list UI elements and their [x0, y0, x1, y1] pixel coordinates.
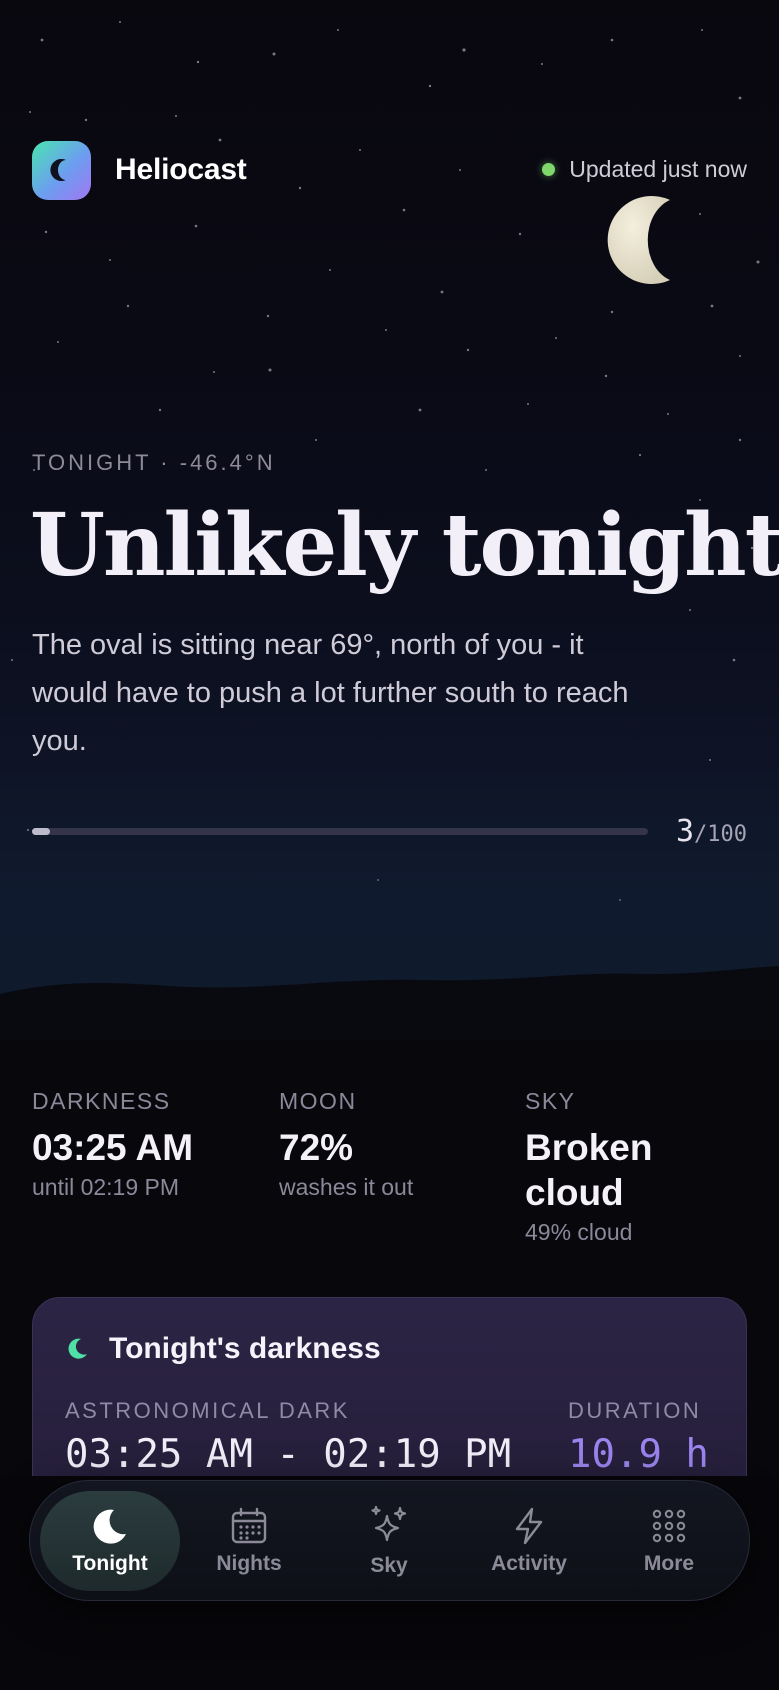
status-text: Updated just now — [569, 156, 747, 182]
app-logo-icon — [32, 140, 91, 200]
forecast-headline: Unlikely tonight — [30, 495, 779, 596]
update-status: Updated just now — [542, 156, 747, 183]
tonight-eyebrow: TONIGHT · -46.4°N — [32, 450, 276, 475]
stat-sub: until 02:19 PM — [32, 1174, 180, 1200]
astro-dark-value: 03:25 AM - 02:19 PM — [65, 1432, 512, 1477]
lightning-icon — [515, 1507, 543, 1545]
stat-darkness: DARKNESS 03:25 AM until 02:19 PM — [32, 1088, 262, 1201]
card-title: Tonight's darkness — [109, 1332, 381, 1365]
astro-dark-label: ASTRONOMICAL DARK — [65, 1398, 350, 1423]
app-screen: Heliocast Updated just now TONIGHT · -46… — [0, 0, 779, 1690]
grid-dots-icon — [652, 1509, 686, 1543]
score-max: /100 — [694, 822, 747, 847]
sparkles-icon — [371, 1505, 407, 1542]
likelihood-score: 3 /100 — [676, 814, 747, 849]
likelihood-meter — [32, 828, 648, 835]
nav-activity[interactable]: Activity — [459, 1491, 599, 1591]
stat-label: DARKNESS — [32, 1088, 171, 1114]
stat-sky: SKY Broken cloud 49% cloud — [525, 1088, 685, 1246]
stat-sub: 49% cloud — [525, 1219, 633, 1245]
app-brand: Heliocast — [32, 140, 247, 200]
stat-label: MOON — [279, 1088, 357, 1114]
nav-sky[interactable]: Sky — [319, 1491, 459, 1591]
app-name: Heliocast — [115, 153, 247, 186]
stat-sub: washes it out — [279, 1174, 414, 1200]
card-header: Tonight's darkness — [65, 1332, 381, 1366]
forecast-description: The oval is sitting near 69°, north of y… — [32, 629, 629, 757]
status-dot — [542, 163, 556, 176]
nav-label: Tonight — [72, 1552, 148, 1575]
nav-label: Sky — [370, 1554, 408, 1577]
nav-label: More — [643, 1552, 695, 1575]
stat-value: 72% — [279, 1127, 354, 1168]
calendar-icon — [231, 1507, 267, 1544]
nav-nights[interactable]: Nights — [179, 1491, 319, 1591]
nav-tonight[interactable]: Tonight — [40, 1491, 180, 1591]
likelihood-meter-fill — [32, 828, 51, 835]
duration-label: DURATION — [568, 1398, 702, 1423]
stat-value: 03:25 AM — [32, 1127, 194, 1168]
stat-value: Broken cloud — [525, 1127, 653, 1213]
crescent-icon — [68, 1338, 87, 1359]
nav-label: Nights — [216, 1552, 282, 1575]
horizon-hills — [0, 966, 779, 1040]
bottom-nav: Tonight Nights Sky Activity More — [29, 1480, 750, 1601]
score-value: 3 — [675, 814, 695, 849]
moon-icon — [607, 196, 670, 284]
moon-icon — [93, 1509, 126, 1544]
stat-moon: MOON 72% washes it out — [279, 1088, 509, 1201]
nav-more[interactable]: More — [599, 1491, 739, 1591]
nav-label: Activity — [491, 1552, 567, 1575]
stat-label: SKY — [525, 1088, 576, 1114]
duration-value: 10.9 h — [568, 1432, 709, 1477]
